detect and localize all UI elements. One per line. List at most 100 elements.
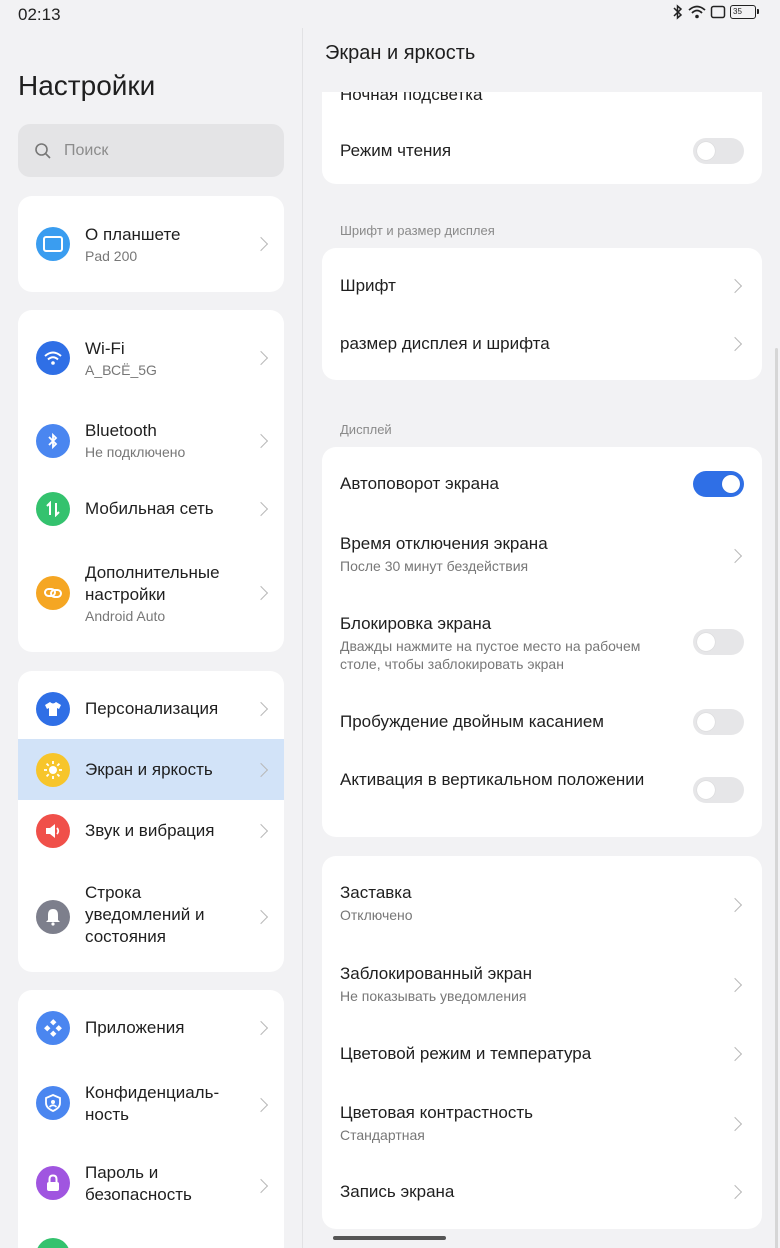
row-text: Автоповорот экрана <box>340 473 682 495</box>
sidebar-item-text: Wi-Fi A_ВСЁ_5G <box>85 338 246 380</box>
sidebar-item-text: Пароль и безопасность <box>85 1162 246 1206</box>
row-display-size[interactable]: размер дисплея и шрифта <box>322 314 762 380</box>
chevron-right-icon <box>727 897 743 913</box>
card-lockscreen-color: Заставка Отключено Заблокированный экран… <box>322 856 762 1229</box>
row-screen-lock[interactable]: Блокировка экрана Дважды нажмите на пуст… <box>322 597 762 689</box>
card-reading: Ночная подсветка Режим чтения <box>322 92 762 184</box>
sidebar-item-label: Звук и вибрация <box>85 821 215 840</box>
link-icon <box>36 576 70 610</box>
row-text: Время отключения экрана После 30 минут б… <box>340 533 682 575</box>
sidebar-item-display-brightness[interactable]: Экран и яркость <box>18 739 284 800</box>
sidebar-item-label: Bluetooth <box>85 421 157 440</box>
row-title: Цветовой режим и температура <box>340 1044 592 1063</box>
wifi-icon <box>36 341 70 375</box>
row-color-contrast[interactable]: Цветовая контрастность Стандартная <box>322 1084 762 1162</box>
sidebar-item-wifi[interactable]: Wi-Fi A_ВСЁ_5G <box>18 310 284 406</box>
battery-icon: 35 <box>730 5 759 19</box>
row-lock-screen[interactable]: Заблокированный экран Не показывать увед… <box>322 944 762 1024</box>
chevron-right-icon <box>253 585 269 601</box>
row-screen-record[interactable]: Запись экрана <box>322 1162 762 1229</box>
sidebar-item-label: О планшете <box>85 225 181 244</box>
row-text: Заставка Отключено <box>340 882 682 924</box>
row-night-light[interactable]: Ночная подсветка <box>322 92 762 124</box>
chevron-right-icon <box>253 433 269 449</box>
home-indicator[interactable] <box>333 1236 446 1240</box>
sidebar-item-personalization[interactable]: Персонализация <box>18 671 284 739</box>
sidebar-item-bluetooth[interactable]: Bluetooth Не подключено <box>18 406 284 476</box>
sidebar-item-label: Wi-Fi <box>85 339 125 358</box>
chevron-right-icon <box>727 1184 743 1200</box>
sidebar-item-text: Bluetooth Не подключено <box>85 420 246 462</box>
chevron-right-icon <box>253 1097 269 1113</box>
section-label-font: Шрифт и размер дисплея <box>340 223 495 238</box>
chevron-right-icon <box>727 977 743 993</box>
sidebar-item-text: Строка уведомлений и состояния <box>85 882 246 948</box>
sidebar-item-sound[interactable]: Звук и вибрация <box>18 800 284 862</box>
tablet-icon <box>36 227 70 261</box>
row-font[interactable]: Шрифт <box>322 248 762 314</box>
row-title: Время отключения экрана <box>340 534 548 553</box>
next-item-icon <box>36 1238 70 1248</box>
sidebar-item-label: Дополнительные настройки <box>85 563 220 604</box>
status-time: 02:13 <box>18 5 61 24</box>
speaker-icon <box>36 814 70 848</box>
detail-title: Экран и яркость <box>325 42 476 64</box>
bluetooth-status-icon <box>673 4 683 20</box>
sidebar-item-privacy[interactable]: Конфиденциаль-ность <box>18 1066 284 1146</box>
reading-mode-toggle[interactable] <box>693 138 744 164</box>
search-box[interactable] <box>18 124 284 177</box>
sidebar-item-label: Строка уведомлений и состояния <box>85 883 205 946</box>
row-color-mode[interactable]: Цветовой режим и температура <box>322 1024 762 1084</box>
detail-scrollbar[interactable] <box>775 348 778 1248</box>
sidebar-item-extra-settings[interactable]: Дополнительные настройки Android Auto <box>18 542 284 652</box>
status-bar: 02:13 35 <box>0 0 780 28</box>
sidebar-item-password-security[interactable]: Пароль и безопасность <box>18 1146 284 1230</box>
search-input[interactable] <box>64 141 264 160</box>
row-title: Пробуждение двойным касанием <box>340 712 604 731</box>
chevron-right-icon <box>253 1178 269 1194</box>
row-title: Ночная подсветка <box>340 92 483 104</box>
settings-left-pane: Настройки О планшете Pad 200 Wi-Fi A_ВСЁ… <box>0 28 302 1248</box>
row-double-tap-wake[interactable]: Пробуждение двойным касанием <box>322 689 762 753</box>
detail-pane: Экран и яркость Ночная подсветка Режим ч… <box>303 28 780 1248</box>
sidebar-item-sub: Не подключено <box>85 444 186 460</box>
wifi-status-icon <box>688 5 706 19</box>
sidebar-item-text: Конфиденциаль-ность <box>85 1082 246 1126</box>
sidebar-item-apps[interactable]: Приложения <box>18 990 284 1066</box>
row-title: Автоповорот экрана <box>340 474 499 493</box>
row-autorotate[interactable]: Автоповорот экрана <box>322 447 762 517</box>
lock-icon <box>36 1166 70 1200</box>
row-text: Пробуждение двойным касанием <box>340 711 682 733</box>
row-reading-mode[interactable]: Режим чтения <box>322 124 762 184</box>
row-sub: Отключено <box>340 907 413 923</box>
chevron-right-icon <box>253 236 269 252</box>
sidebar-item-text: Дополнительные настройки Android Auto <box>85 562 246 626</box>
sidebar-item-text: Экран и яркость <box>85 759 246 781</box>
bell-icon <box>36 900 70 934</box>
double-tap-toggle[interactable] <box>693 709 744 735</box>
row-title: Шрифт <box>340 276 396 295</box>
shield-icon <box>36 1086 70 1120</box>
chevron-right-icon <box>253 501 269 517</box>
screen-lock-toggle[interactable] <box>693 629 744 655</box>
sidebar-item-text: Звук и вибрация <box>85 820 246 842</box>
chevron-right-icon <box>727 336 743 352</box>
autorotate-toggle[interactable] <box>693 471 744 497</box>
row-screen-timeout[interactable]: Время отключения экрана После 30 минут б… <box>322 517 762 597</box>
sidebar-item-label: Мобильная сеть <box>85 499 214 518</box>
sidebar-item-text: Приложения <box>85 1017 246 1039</box>
row-text: Цветовой режим и температура <box>340 1043 682 1065</box>
raise-to-wake-toggle[interactable] <box>693 777 744 803</box>
detail-scroll: Ночная подсветка Режим чтения Шрифт и ра… <box>303 92 780 1248</box>
sidebar-item-mobile-network[interactable]: Мобильная сеть <box>18 476 284 542</box>
sidebar-item-text: О планшете Pad 200 <box>85 224 246 266</box>
battery-level: 35 <box>733 7 742 16</box>
row-title: Блокировка экрана <box>340 614 492 633</box>
sidebar-item-about-tablet[interactable]: О планшете Pad 200 <box>18 196 284 292</box>
row-text: Ночная подсветка <box>340 92 682 106</box>
sidebar-item-notifications[interactable]: Строка уведомлений и состояния <box>18 862 284 972</box>
row-screensaver[interactable]: Заставка Отключено <box>322 856 762 944</box>
row-raise-to-wake[interactable]: Активация в вертикальном положении <box>322 753 762 837</box>
row-text: Заблокированный экран Не показывать увед… <box>340 963 682 1005</box>
card-personal: Персонализация Экран и яркость Звук и ви… <box>18 671 284 972</box>
